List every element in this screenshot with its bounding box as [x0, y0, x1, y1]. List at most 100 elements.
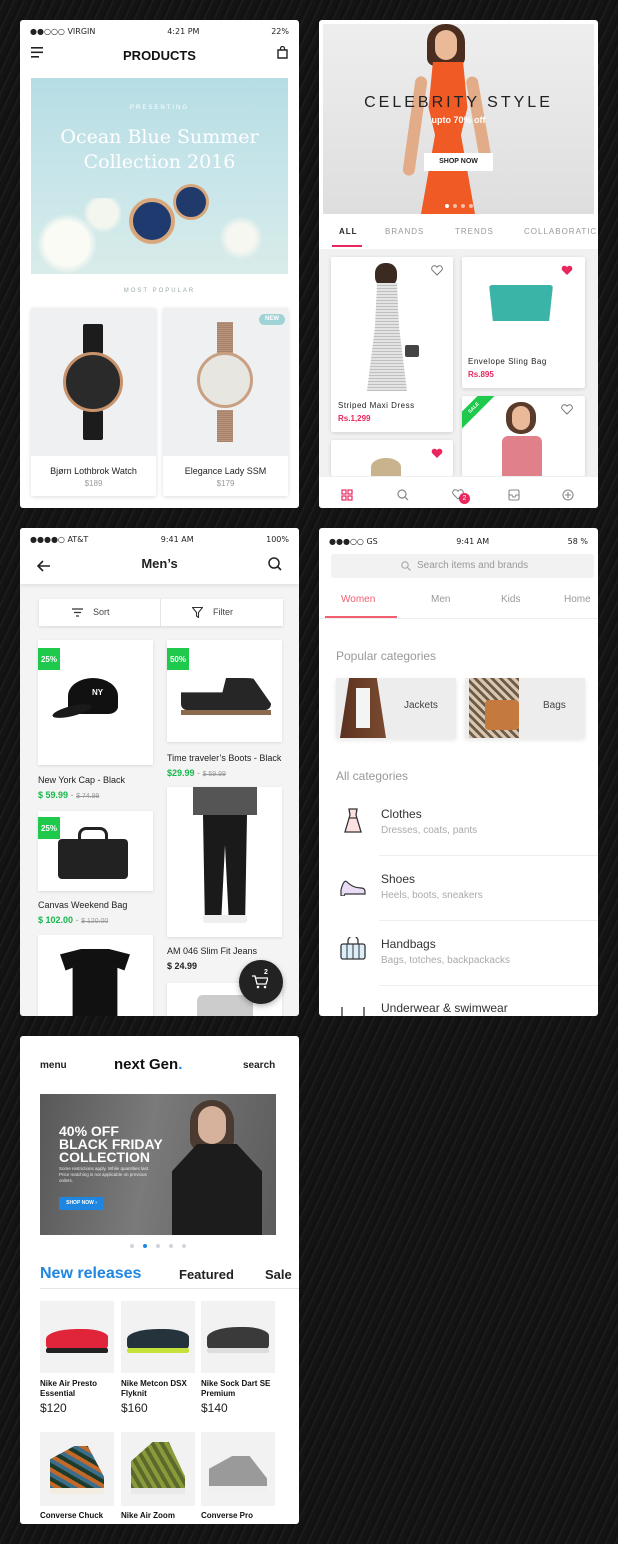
heart-icon[interactable] — [431, 265, 443, 276]
cart-fab[interactable]: 2 — [239, 960, 283, 1004]
model-face — [198, 1106, 226, 1144]
banner[interactable]: CELEBRITY STYLE upto 70% off SHOP NOW — [323, 24, 594, 214]
heart-filled-icon[interactable] — [431, 448, 443, 459]
brand-name: next Gen — [114, 1056, 179, 1073]
product-card[interactable] — [121, 1301, 195, 1373]
category-card-bags[interactable]: Bags — [465, 678, 585, 738]
product-card[interactable]: NEW Elegance Lady SSM $179 — [163, 308, 288, 496]
section-heading: MOST POPULAR — [123, 288, 196, 294]
search-link[interactable]: search — [243, 1060, 275, 1071]
product-card[interactable]: Envelope Sling Bag Rs.895 — [462, 257, 585, 388]
time-label: 9:41 AM — [160, 534, 194, 544]
tab-sale[interactable]: Sale — [265, 1267, 292, 1282]
item-price: $ 59.99 — [38, 790, 69, 800]
add-icon[interactable] — [562, 489, 574, 501]
bottom-nav: 2 — [319, 476, 598, 508]
product-card[interactable] — [121, 1432, 195, 1506]
cart-count: 2 — [264, 969, 268, 976]
shoe-sole — [131, 1488, 185, 1494]
product-card[interactable] — [201, 1432, 275, 1506]
promo-banner[interactable]: 40% OFF BLACK FRIDAY COLLECTION Some res… — [40, 1094, 276, 1235]
product-name: Converse Chuck — [40, 1511, 104, 1520]
header: Men’s — [20, 550, 299, 584]
price-separator: - — [197, 768, 201, 778]
category-name: Shoes — [381, 872, 416, 886]
hero-title-line2: Collection 2016 — [83, 151, 236, 173]
search-icon[interactable] — [397, 489, 409, 501]
tab-men[interactable]: Men — [431, 594, 450, 605]
model-face — [435, 30, 457, 60]
carousel-dots[interactable] — [130, 1244, 186, 1248]
flower-decoration — [31, 198, 121, 274]
heart-filled-icon[interactable] — [561, 265, 573, 276]
price-separator: - — [70, 790, 74, 800]
sling-bag-image — [489, 285, 553, 321]
filter-label: Filter — [213, 607, 233, 617]
category-name: Handbags — [381, 937, 436, 951]
product-card[interactable] — [40, 1301, 114, 1373]
carrier-label: ●●●●○ AT&T — [30, 534, 89, 544]
grid-icon[interactable] — [341, 489, 353, 501]
shoe-image — [50, 1446, 104, 1490]
category-sub: Bags, totches, backpackacks — [381, 955, 510, 966]
bag-icon[interactable] — [277, 46, 288, 59]
product-card[interactable]: Striped Maxi Dress Rs.1,299 — [331, 257, 453, 432]
jacket-shirt — [356, 688, 370, 728]
item-price-row: $29.99 - $ 59.99 — [167, 768, 226, 778]
menu-link[interactable]: menu — [40, 1060, 67, 1071]
product-image — [31, 308, 156, 456]
category-row-shoes[interactable] — [379, 857, 598, 921]
category-card-jackets[interactable]: Jackets — [336, 678, 456, 738]
category-name: Clothes — [381, 807, 422, 821]
item-name: AM 046 Slim Fit Jeans — [167, 946, 258, 956]
discount-badge: 25% — [38, 648, 60, 670]
tab-brands[interactable]: BRANDS — [385, 227, 424, 236]
inbox-icon[interactable] — [508, 489, 520, 501]
heart-icon[interactable] — [561, 404, 573, 415]
tab-featured[interactable]: Featured — [179, 1267, 234, 1282]
handbag-icon — [339, 937, 367, 961]
search-icon[interactable] — [268, 557, 282, 571]
tab-collaborations[interactable]: COLLABORATIC — [524, 227, 597, 236]
shop-now-button[interactable]: SHOP NOW — [424, 153, 493, 171]
category-row-handbags[interactable] — [379, 922, 598, 986]
category-row-clothes[interactable] — [379, 792, 598, 856]
shop-now-button[interactable]: SHOP NOW › — [59, 1197, 104, 1210]
product-card[interactable]: Bjørn Lothbrok Watch $189 — [31, 308, 156, 496]
search-input[interactable]: Search items and brands — [331, 554, 594, 578]
tab-all[interactable]: ALL — [339, 227, 358, 236]
top-image — [502, 436, 542, 476]
item-price: $ 24.99 — [167, 961, 198, 971]
product-card[interactable] — [331, 440, 453, 476]
carrier-label: ●●○○○ VIRGIN — [30, 26, 96, 36]
hero-title-line1: Ocean Blue Summer — [60, 126, 259, 148]
product-name: Nike Air Zoom — [121, 1511, 175, 1520]
shoe-sole — [50, 1488, 104, 1494]
filter-button[interactable]: Filter — [161, 599, 283, 626]
carousel-dots[interactable] — [445, 204, 473, 208]
product-card[interactable] — [201, 1301, 275, 1373]
item-name: Canvas Weekend Bag — [38, 900, 128, 910]
tab-women[interactable]: Women — [341, 594, 375, 605]
product-tile[interactable] — [167, 787, 282, 937]
heel-icon — [339, 878, 367, 896]
hero-banner[interactable]: PRESENTING Ocean Blue Summer Collection … — [31, 78, 288, 274]
product-name: Converse Pro — [201, 1511, 254, 1520]
shirt-image — [197, 995, 253, 1016]
price-separator: - — [75, 915, 79, 925]
tab-home[interactable]: Home — [564, 594, 591, 605]
tab-new-releases[interactable]: New releases — [40, 1265, 141, 1283]
product-price: $179 — [216, 479, 235, 488]
next-gen-screen: menu next Gen. search 40% OFF BLACK FRID… — [20, 1036, 299, 1524]
banner-title: CELEBRITY STYLE — [364, 94, 553, 111]
product-tile[interactable] — [38, 935, 153, 1016]
tab-trends[interactable]: TRENDS — [455, 227, 494, 236]
sort-button[interactable]: Sort — [39, 599, 161, 626]
tab-kids[interactable]: Kids — [501, 594, 520, 605]
product-card[interactable]: SALE — [462, 396, 585, 476]
brand-dot: . — [178, 1056, 183, 1073]
model-jacket — [172, 1144, 262, 1235]
tab-active-underline — [332, 245, 362, 247]
product-card[interactable] — [40, 1432, 114, 1506]
item-old-price: $ 59.99 — [202, 771, 226, 778]
